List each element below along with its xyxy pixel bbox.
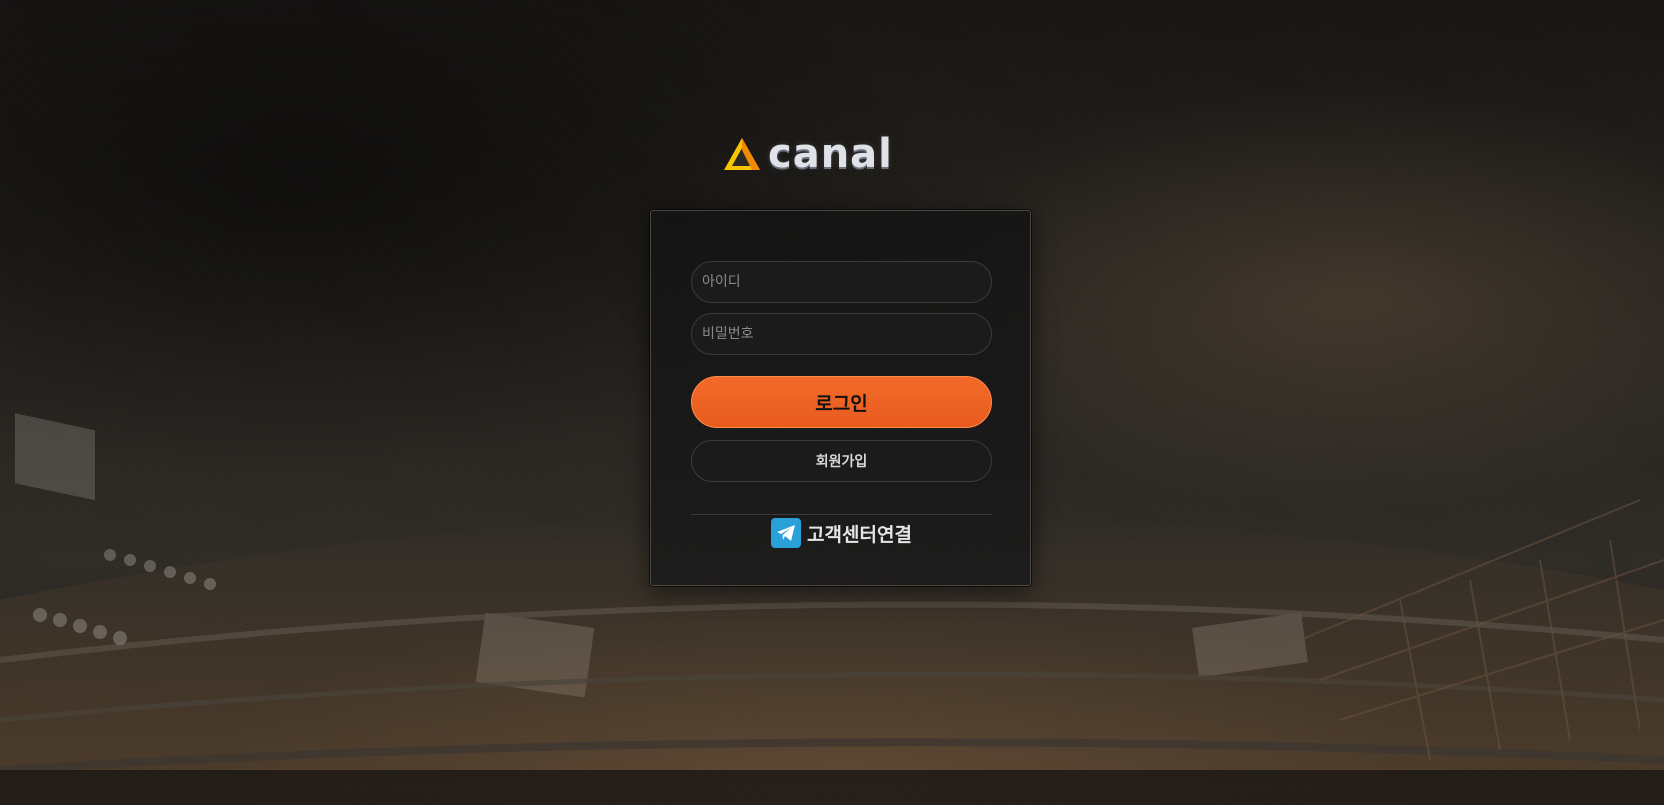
signup-button-label: 회원가입: [815, 454, 868, 470]
logo: CANAL: [722, 132, 958, 176]
login-button-label: 로그인: [815, 392, 868, 415]
logo-triangle-icon: [724, 138, 760, 170]
telegram-icon: [771, 518, 802, 548]
username-input[interactable]: [691, 261, 992, 303]
login-panel: 로그인 회원가입 고객센터연결: [650, 210, 1031, 586]
login-button[interactable]: 로그인: [691, 376, 992, 428]
support-link-label: 고객센터연결: [807, 523, 912, 546]
login-page: CANAL 로그인 회원가입 고객센터연결: [0, 0, 1664, 805]
logo-text: CANAL: [768, 131, 893, 177]
signup-button[interactable]: 회원가입: [691, 440, 992, 482]
password-input[interactable]: [691, 313, 992, 355]
support-link[interactable]: 고객센터연결: [651, 515, 1032, 551]
